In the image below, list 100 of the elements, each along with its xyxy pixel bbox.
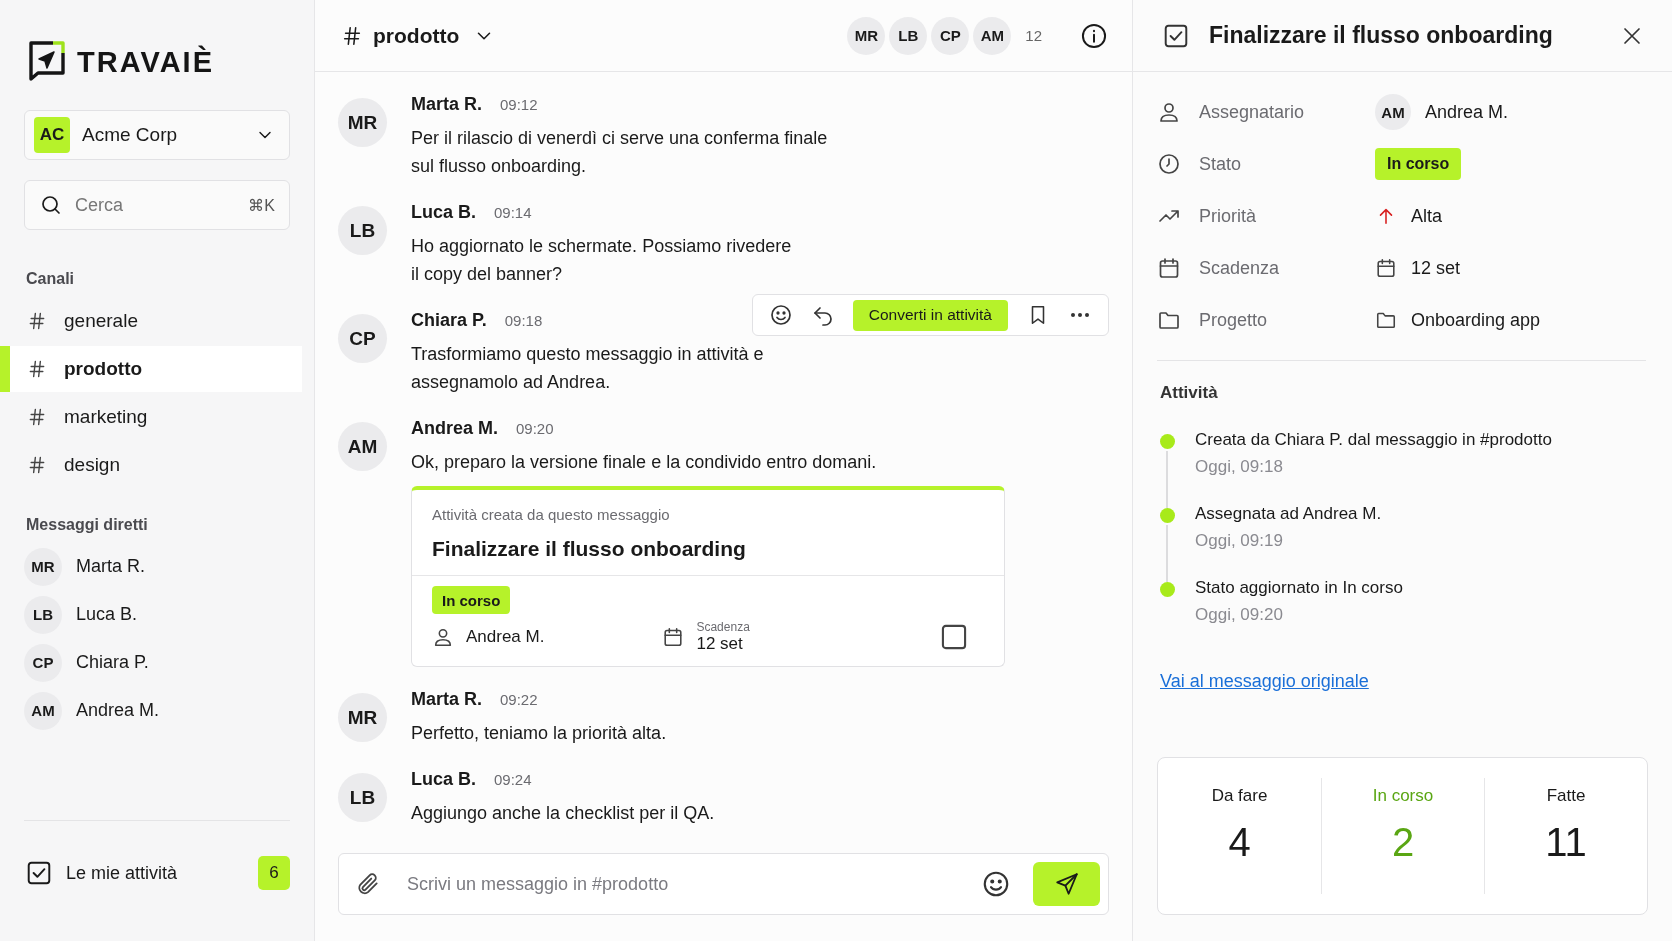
message-text: Ho aggiornato le schermate. Possiamo rivedere il copy del banner?: [411, 235, 793, 286]
member-avatar: CP: [931, 16, 970, 55]
due-label: Scadenza: [696, 620, 750, 634]
avatar: LB: [338, 206, 387, 255]
section-heading: Attività: [1160, 383, 1219, 403]
channel-item[interactable]: prodotto: [0, 346, 302, 392]
checkbox-icon[interactable]: [940, 623, 968, 651]
message-input[interactable]: Scrivi un messaggio in #prodotto: [405, 872, 967, 896]
assignee-name: Andrea M.: [466, 627, 545, 647]
card-caption: Attività creata da questo messaggio: [432, 506, 671, 523]
direct-message-item[interactable]: AM Andrea M.: [0, 688, 290, 733]
message-text: Perfetto, teniamo la priorità alta.: [411, 722, 668, 745]
avatar: MR: [338, 98, 387, 147]
avatar: MR: [338, 693, 387, 742]
checkbox-icon[interactable]: [26, 860, 52, 886]
convert-button[interactable]: Converti in attività: [852, 299, 1008, 331]
member-avatar: AM: [973, 16, 1012, 55]
logo-text: TRAVAIÈ: [77, 45, 214, 79]
my-tasks-item[interactable]: Le mie attività 6: [26, 853, 290, 893]
direct-message-item[interactable]: CP Chiara P.: [0, 640, 290, 685]
stat-label: Fatte: [1546, 786, 1586, 806]
shortcut-hint: ⌘K: [248, 195, 275, 215]
avatar: LB: [24, 595, 62, 634]
task-card[interactable]: Attività creata da questo messaggio Finalizzare il flusso onboarding In corso Andrea M. Scadenza 12 set: [411, 486, 1005, 667]
stat-label: In corso: [1372, 786, 1434, 806]
hash-icon: [27, 407, 47, 427]
hash-icon: [341, 24, 363, 47]
status-badge: In corso: [432, 586, 511, 614]
stat-label: Da fare: [1211, 786, 1268, 806]
field-label: Stato: [1199, 153, 1243, 175]
message-text: Trasformiamo questo messaggio in attività e assegnamolo ad Andrea.: [411, 343, 765, 394]
smile-icon: [768, 303, 793, 327]
message-time: 09:24: [494, 771, 532, 788]
hash-icon: [27, 455, 47, 475]
due-date: 12 set: [696, 634, 744, 654]
direct-message-item[interactable]: MR Marta R.: [0, 544, 290, 589]
emoji-button[interactable]: [981, 869, 1011, 899]
info-button[interactable]: [1080, 21, 1108, 50]
field-label: Priorità: [1199, 205, 1257, 227]
smile-icon: [981, 869, 1011, 899]
paperclip-icon: [355, 871, 381, 897]
task-checkbox-icon[interactable]: [1163, 22, 1189, 49]
original-message-link[interactable]: Vai al messaggio originale: [1160, 671, 1369, 692]
section-heading: Messaggi diretti: [25, 516, 149, 534]
member-avatar: MR: [847, 16, 886, 55]
workspace-avatar: AC: [34, 117, 70, 153]
field-value: Alta: [1411, 205, 1443, 227]
activity-time: Oggi, 09:19: [1195, 531, 1284, 551]
workspace-switcher[interactable]: AC Acme Corp: [24, 110, 290, 160]
member-avatar: LB: [889, 16, 928, 55]
activity-text: Assegnata ad Andrea M.: [1195, 503, 1382, 525]
member-count: 12: [1025, 27, 1042, 44]
calendar-icon: [1157, 256, 1181, 280]
timeline-dot: [1159, 434, 1175, 449]
field-value: 12 set: [1411, 257, 1461, 279]
author-name: Luca B.: [411, 202, 476, 223]
avatar: AM: [24, 691, 62, 730]
search-bar[interactable]: Cerca ⌘K: [24, 180, 290, 230]
avatar: LB: [338, 773, 387, 822]
channel-item[interactable]: design: [0, 442, 302, 488]
hash-icon: [27, 359, 47, 379]
avatar: MR: [24, 547, 62, 586]
message-time: 09:14: [494, 204, 532, 221]
author-name: Luca B.: [411, 769, 476, 790]
person-icon: [1157, 100, 1181, 124]
channel-item[interactable]: generale: [0, 298, 302, 344]
avatar: AM: [1375, 94, 1411, 130]
section-heading: Canali: [25, 270, 75, 288]
direct-message-item[interactable]: LB Luca B.: [0, 592, 290, 637]
author-name: Andrea M.: [411, 418, 498, 439]
stat-value: 11: [1545, 820, 1587, 865]
panel-title: Finalizzare il flusso onboarding: [1209, 22, 1554, 49]
activity-text: Creata da Chiara P. dal messaggio in #prodotto: [1195, 429, 1552, 451]
attach-button[interactable]: [355, 871, 381, 897]
message-time: 09:12: [500, 96, 538, 113]
activity-time: Oggi, 09:18: [1195, 457, 1284, 477]
logo-icon: [27, 40, 67, 84]
info-icon: [1080, 21, 1108, 50]
send-icon: [1053, 871, 1080, 897]
search-input[interactable]: Cerca: [73, 193, 239, 217]
clock-icon: [1157, 152, 1181, 176]
task-title: Finalizzare il flusso onboarding: [432, 537, 747, 561]
message-text: Aggiungo anche la checklist per il QA.: [411, 802, 716, 825]
channel-item[interactable]: marketing: [0, 394, 302, 440]
field-value: Andrea M.: [1425, 101, 1509, 123]
message-field[interactable]: Scrivi un messaggio in #prodotto: [338, 853, 1109, 915]
message-time: 09:22: [500, 691, 538, 708]
avatar: AM: [338, 422, 387, 471]
author-name: Marta R.: [411, 689, 482, 710]
message-text: Per il rilascio di venerdì ci serve una conferma finale sul flusso onboarding.: [411, 127, 829, 178]
calendar-icon: [662, 626, 685, 648]
message-text: Ok, preparo la versione finale e la condivido entro domani.: [411, 451, 878, 474]
status-badge[interactable]: In corso: [1375, 148, 1462, 180]
field-value: Onboarding app: [1411, 309, 1541, 331]
search-icon: [39, 193, 63, 217]
send-button[interactable]: [1033, 862, 1100, 906]
stat-value: 2: [1391, 820, 1415, 865]
hash-icon: [27, 311, 47, 331]
author-name: Chiara P.: [411, 310, 487, 331]
timeline-dot: [1159, 582, 1175, 597]
